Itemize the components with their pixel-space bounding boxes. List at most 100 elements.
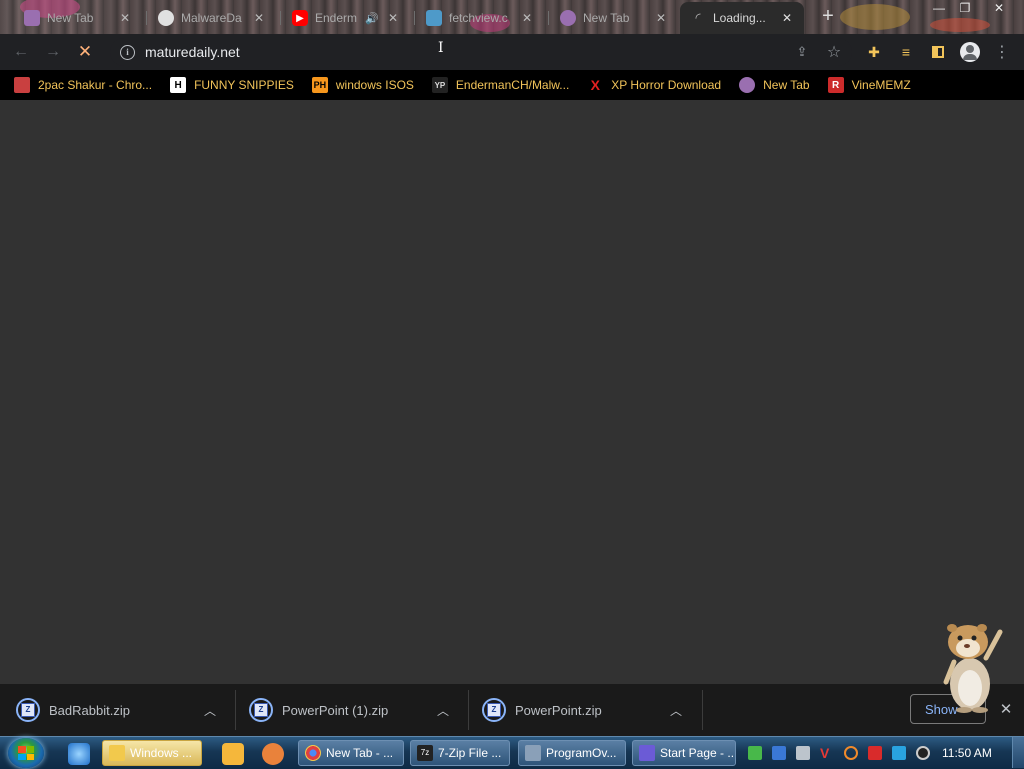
chrome-icon [560,10,576,26]
internet-explorer-icon[interactable] [68,743,90,765]
tab-title: New Tab [583,11,630,25]
media-queue-icon[interactable]: ≡ [894,40,918,64]
taskbar-program-overview[interactable]: ProgramOv... [518,740,626,766]
monitor-icon[interactable] [892,746,906,760]
download-item-badrabbit[interactable]: Z BadRabbit.zip ︿ [0,684,232,736]
chrome-icon [24,10,40,26]
tab-new-tab-1[interactable]: New Tab ✕ [14,4,142,32]
background-splash [930,18,990,32]
folder-icon [109,745,125,761]
tab-title: Loading... [713,11,766,25]
taskbar-windows-explorer[interactable]: Windows ... [102,740,202,766]
close-icon[interactable]: ✕ [780,11,794,25]
download-item-powerpoint[interactable]: Z PowerPoint.zip ︿ [466,684,698,736]
h-icon: H [170,77,187,93]
flag-tray-icon[interactable] [868,746,882,760]
new-tab-button[interactable]: + [816,6,840,28]
tab-title: fetchview.c [449,11,508,25]
bookmark-funny-snippies[interactable]: H FUNNY SNIPPIES [170,77,294,93]
address-url[interactable]: maturedaily.net [145,44,240,60]
start-button[interactable] [8,738,44,768]
task-label: Start Page - ... [660,746,736,760]
tab-separator [146,11,147,25]
chrome-icon [305,745,321,761]
network-icon[interactable] [796,746,810,760]
tab-separator [548,11,549,25]
r-icon: R [827,77,844,93]
share-icon[interactable]: ⇪ [790,40,814,64]
app-icon[interactable] [262,743,284,765]
close-icon[interactable]: ✕ [252,11,266,25]
tab-strip: New Tab ✕ MalwareDa ✕ ▶ Enderm 🔊 ✕ fetch… [0,0,1024,34]
bookmark-star-icon[interactable]: ☆ [822,40,846,64]
side-panel-icon[interactable] [926,40,950,64]
tab-enderm[interactable]: ▶ Enderm 🔊 ✕ [282,4,410,32]
close-icon[interactable]: ✕ [386,11,400,25]
background-splash [840,4,910,30]
back-arrow-icon[interactable]: ← [9,40,33,64]
download-name: PowerPoint.zip [515,702,602,718]
shield-icon[interactable] [748,746,762,760]
download-shelf: Z BadRabbit.zip ︿ Z PowerPoint (1).zip ︿… [0,684,1024,736]
tab-loading-active[interactable]: ◜ Loading... ✕ [680,2,804,34]
restore-icon[interactable]: ❐ [952,0,978,18]
chevron-up-icon[interactable]: ︿ [198,702,222,719]
windows-flag-icon [18,746,34,760]
page-content [0,100,1024,684]
window-close-icon[interactable]: ✕ [984,0,1014,18]
close-icon[interactable]: ✕ [118,11,132,25]
speaker-icon[interactable] [916,746,930,760]
github-icon [158,10,174,26]
close-icon[interactable]: ✕ [520,11,534,25]
bookmark-2pac[interactable]: 2pac Shakur - Chro... [14,77,152,93]
v-app-icon[interactable]: V [820,746,834,760]
chrome-icon [739,77,756,93]
bookmark-page-icon [14,77,30,93]
chevron-up-icon[interactable]: ︿ [431,702,455,719]
program-icon [525,745,541,761]
close-icon[interactable]: ✕ [654,11,668,25]
bookmark-vinememz[interactable]: R VineMEMZ [827,77,911,93]
forward-arrow-icon[interactable]: → [41,40,65,64]
tab-separator [414,11,415,25]
search-tool-icon[interactable] [844,746,858,760]
ph-icon: PH [311,77,328,93]
media-player-icon[interactable] [222,743,244,765]
bookmark-label: windows ISOS [335,78,414,92]
bookmark-endermanch[interactable]: YP EndermanCH/Malw... [431,77,569,93]
7zip-icon: 7z [417,745,433,761]
yp-icon: YP [431,77,448,93]
zip-file-icon: Z [249,698,273,722]
bookmark-label: New Tab [763,78,810,92]
address-bar[interactable]: i maturedaily.net [110,38,852,66]
security-icon[interactable] [772,746,786,760]
tab-fetchview[interactable]: fetchview.c ✕ [416,4,544,32]
site-info-icon[interactable]: i [120,44,135,60]
bookmark-xp-horror[interactable]: X XP Horror Download [587,77,721,93]
menu-kebab-icon[interactable]: ⋮ [990,40,1014,64]
taskbar-start-page[interactable]: Start Page - ... [632,740,736,766]
bookmark-new-tab[interactable]: New Tab [739,77,810,93]
bookmark-windows-isos[interactable]: PH windows ISOS [311,77,414,93]
extensions-puzzle-icon[interactable]: ✚ [862,40,886,64]
minimize-icon[interactable]: — [926,0,952,18]
speaker-icon[interactable]: 🔊 [365,12,379,25]
tab-title: New Tab [47,11,94,25]
stop-loading-icon[interactable]: ✕ [73,40,97,64]
profile-avatar-icon[interactable] [958,40,982,64]
download-item-powerpoint-1[interactable]: Z PowerPoint (1).zip ︿ [233,684,465,736]
zip-file-icon: Z [482,698,506,722]
bookmark-label: 2pac Shakur - Chro... [38,78,153,92]
tab-malwareda[interactable]: MalwareDa ✕ [148,4,276,32]
tab-new-tab-2[interactable]: New Tab ✕ [550,4,678,32]
taskbar-new-tab-chrome[interactable]: New Tab - ... [298,740,404,766]
chevron-up-icon[interactable]: ︿ [664,702,688,719]
bookmark-label: FUNNY SNIPPIES [194,78,294,92]
youtube-icon: ▶ [292,10,308,26]
task-label: ProgramOv... [546,746,617,760]
taskbar-7zip[interactable]: 7z 7-Zip File ... [410,740,510,766]
download-name: PowerPoint (1).zip [282,702,389,718]
system-clock[interactable]: 11:50 AM [942,746,992,760]
text-cursor-icon: I [438,40,444,56]
show-desktop-button[interactable] [1012,737,1024,768]
